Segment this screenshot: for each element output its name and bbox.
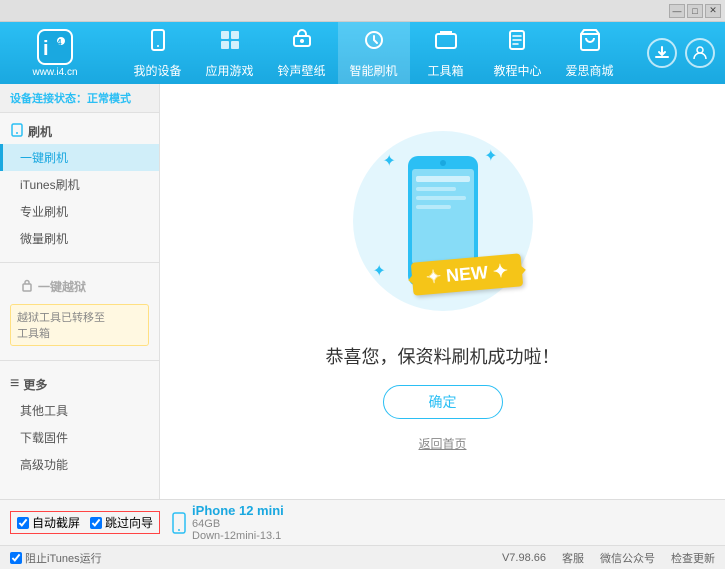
ringtone-icon [290,28,314,58]
sidebar-section-jailbreak-header: 一键越狱 [0,273,159,300]
nav-item-mydevice-label: 我的设备 [133,62,181,79]
flash-section-icon [10,123,24,140]
nav-item-tools[interactable]: 工具箱 [410,22,482,84]
logo-area: i 4 www.i4.cn [10,29,100,78]
nav-item-tutorial[interactable]: 教程中心 [482,22,554,84]
more-section-icon: ≡ [10,375,19,393]
confirm-button[interactable]: 确定 [383,385,503,419]
nav-item-mydevice[interactable]: 我的设备 [122,22,194,84]
success-illustration: ✦ ✦ ✦ [353,131,533,321]
nav-item-apps[interactable]: 应用游戏 [194,22,266,84]
close-btn[interactable]: ✕ [705,4,721,18]
footer-right: V7.98.66 客服 微信公众号 检查更新 [502,550,715,566]
minimize-btn[interactable]: — [669,4,685,18]
sidebar-jailbreak-notice: 越狱工具已转移至工具箱 [10,304,149,346]
status-bar: 阻止iTunes运行 V7.98.66 客服 微信公众号 检查更新 [0,545,725,569]
sparkle-3: ✦ [373,261,386,281]
sparkle-1: ✦ [383,151,396,171]
sidebar-section-more-header: ≡ 更多 [0,371,159,397]
sidebar: 设备连接状态：正常模式 刷机 一键刷机 iTunes刷机 专业刷机 [0,84,160,499]
main-area: 设备连接状态：正常模式 刷机 一键刷机 iTunes刷机 专业刷机 [0,84,725,499]
customer-service-link[interactable]: 客服 [562,550,584,566]
logo-icon: i 4 [37,29,73,65]
sidebar-divider-2 [0,360,159,361]
success-title: 恭喜您，保资料刷机成功啦！ [326,343,560,369]
sidebar-divider-1 [0,262,159,263]
titlebar: — □ ✕ [0,0,725,22]
nav-item-tools-label: 工具箱 [427,62,463,79]
device-status: 设备连接状态：正常模式 [0,84,159,113]
nav-item-ringtone[interactable]: 铃声壁纸 [266,22,338,84]
itunes-status-label[interactable]: 阻止iTunes运行 [10,550,102,566]
phone-circle: ✦ ✦ ✦ [353,131,533,311]
sidebar-item-advanced[interactable]: 高级功能 [0,451,159,478]
main-content: ✦ ✦ ✦ [160,84,725,499]
sidebar-item-pro[interactable]: 专业刷机 [0,198,159,225]
bottom-info-bar: 自动截屏 跳过向导 iPhone 12 mini 64GB Down-12min… [0,499,725,545]
sidebar-section-more-label: 更多 [23,376,47,393]
footer-left: 阻止iTunes运行 [10,550,502,566]
sidebar-section-more: ≡ 更多 其他工具 下载固件 高级功能 [0,365,159,484]
device-name: iPhone 12 mini [192,503,284,518]
nav-item-tutorial-label: 教程中心 [493,62,541,79]
check-update-link[interactable]: 检查更新 [671,550,715,566]
header: i 4 www.i4.cn 我的设备 [0,22,725,84]
sidebar-item-other-tools[interactable]: 其他工具 [0,397,159,424]
sidebar-section-flash-header: 刷机 [0,119,159,144]
device-model: Down-12mini-13.1 [192,530,284,542]
nav-right [647,38,715,68]
sidebar-item-itunes[interactable]: iTunes刷机 [0,171,159,198]
sidebar-item-micro[interactable]: 微量刷机 [0,225,159,252]
svg-text:4: 4 [57,38,62,47]
flash-icon [362,28,386,58]
download-btn[interactable] [647,38,677,68]
lock-icon [20,278,34,295]
mydevice-icon [146,28,170,58]
tools-icon [434,28,458,58]
device-status-label: 设备连接状态： [10,93,87,105]
sidebar-section-flash-label: 刷机 [28,123,52,140]
sidebar-section-jailbreak: 一键越狱 越狱工具已转移至工具箱 [0,267,159,356]
nav-item-ringtone-label: 铃声壁纸 [277,62,325,79]
itunes-checkbox[interactable] [10,552,22,564]
device-status-value: 正常模式 [87,93,131,105]
nav-item-flash[interactable]: 智能刷机 [338,22,410,84]
version-text: V7.98.66 [502,552,546,564]
nav-bar: 我的设备 应用游戏 铃声壁纸 [100,22,647,84]
wechat-link[interactable]: 微信公众号 [600,550,655,566]
tutorial-icon [506,28,530,58]
user-btn[interactable] [685,38,715,68]
shop-icon [578,28,602,58]
sidebar-section-flash: 刷机 一键刷机 iTunes刷机 专业刷机 微量刷机 [0,113,159,258]
apps-icon [218,28,242,58]
maximize-btn[interactable]: □ [687,4,703,18]
sidebar-item-firmware[interactable]: 下载固件 [0,424,159,451]
back-home-link[interactable]: 返回首页 [418,435,466,452]
nav-item-apps-label: 应用游戏 [205,62,253,79]
logo-subtext: www.i4.cn [32,67,77,78]
device-storage: 64GB [192,518,284,530]
nav-item-shop[interactable]: 爱思商城 [554,22,626,84]
nav-item-shop-label: 爱思商城 [565,62,613,79]
sidebar-item-onekey[interactable]: 一键刷机 [0,144,159,171]
nav-item-flash-label: 智能刷机 [349,62,397,79]
svg-text:i: i [43,38,49,60]
